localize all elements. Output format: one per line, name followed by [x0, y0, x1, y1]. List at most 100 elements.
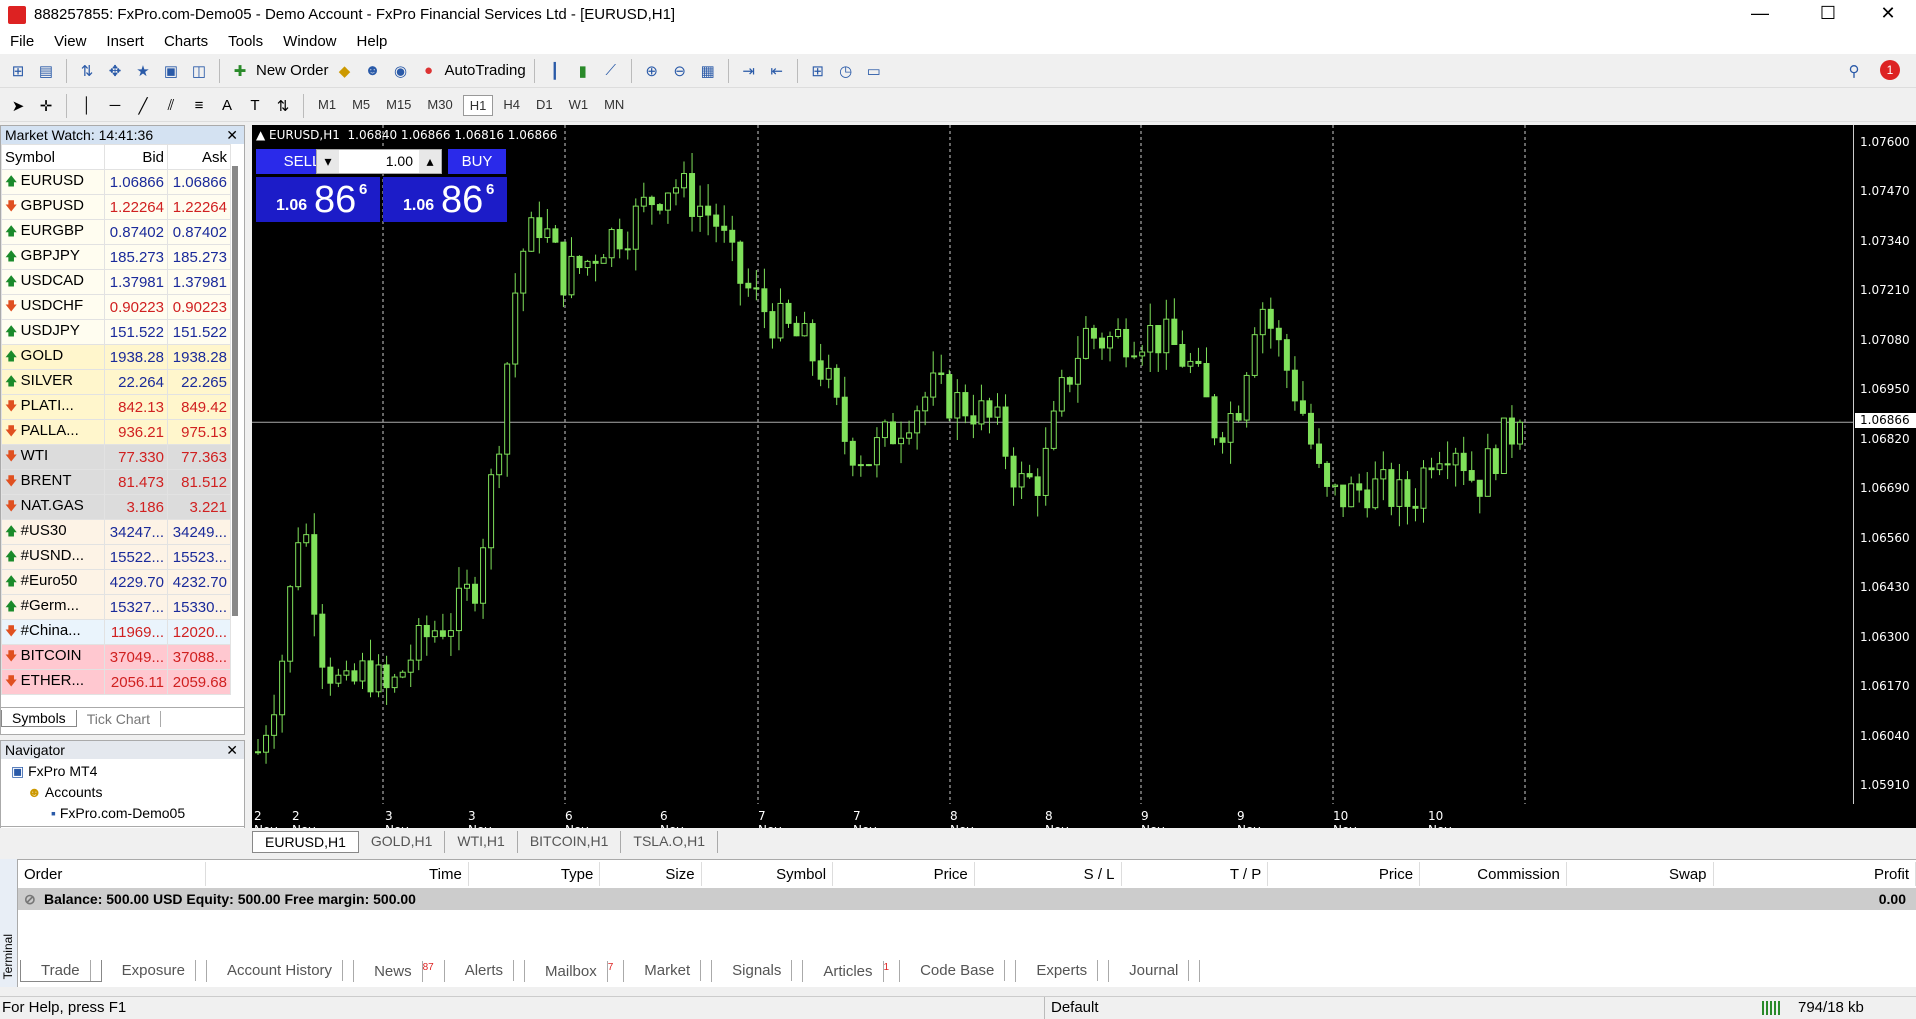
column-header[interactable]: Swap [1566, 862, 1714, 886]
terminal-tab-experts[interactable]: Experts [1016, 960, 1110, 982]
increase-lot-button[interactable]: ▴ [419, 150, 441, 173]
column-header[interactable]: T / P [1121, 862, 1269, 886]
chart-shift-icon[interactable]: ⇤ [765, 59, 789, 83]
symbol-row[interactable]: 🡇 BITCOIN 37049... 37088... [1, 644, 231, 670]
close-icon[interactable]: ✕ [226, 126, 238, 144]
chart-window[interactable]: ▲ EURUSD,H1 1.06840 1.06866 1.06816 1.06… [252, 125, 1916, 851]
zoom-in-icon[interactable]: ⊕ [640, 59, 664, 83]
menu-view[interactable]: View [44, 33, 96, 50]
timeframe-d1[interactable]: D1 [530, 95, 559, 116]
menu-file[interactable]: File [0, 33, 44, 50]
indicators-icon[interactable]: ⊞ [806, 59, 830, 83]
market-watch-icon[interactable]: ⇅ [75, 59, 99, 83]
tree-account[interactable]: ▪ FxPro.com-Demo05 [11, 803, 234, 824]
buy-button[interactable]: BUY [448, 149, 506, 174]
candlestick-chart[interactable] [252, 125, 1853, 804]
terminal-tab-alerts[interactable]: Alerts [445, 960, 526, 982]
tree-accounts[interactable]: ☻ Accounts [11, 782, 234, 803]
symbol-row[interactable]: 🡅 #Germ... 15327... 15330... [1, 594, 231, 620]
notifications-badge[interactable]: 1 [1880, 60, 1900, 80]
symbol-row[interactable]: 🡇 #China... 11969... 12020... [1, 619, 231, 645]
sell-price[interactable]: 1.06 86 6 [256, 177, 380, 222]
metaeditor-icon[interactable]: ◆ [333, 59, 357, 83]
autotrading-icon[interactable]: ● [417, 59, 441, 83]
periods-icon[interactable]: ◷ [834, 59, 858, 83]
terminal-tab-exposure[interactable]: Exposure [102, 960, 208, 982]
line-chart-icon[interactable]: ⟋ [599, 59, 623, 83]
timeframe-mn[interactable]: MN [598, 95, 630, 116]
tab-symbols[interactable]: Symbols [1, 710, 77, 727]
channel-icon[interactable]: ⫽ [159, 94, 183, 118]
timeframe-m1[interactable]: M1 [312, 95, 342, 116]
symbol-row[interactable]: 🡇 PALLA... 936.21 975.13 [1, 419, 231, 445]
new-order-button[interactable]: New Order [256, 62, 329, 79]
column-header[interactable]: Price [1267, 862, 1421, 886]
symbol-row[interactable]: 🡅 USDJPY 151.522 151.522 [1, 319, 231, 345]
tester-icon[interactable]: ◫ [187, 59, 211, 83]
terminal-icon[interactable]: ▣ [159, 59, 183, 83]
text-label-icon[interactable]: T [243, 94, 267, 118]
symbol-row[interactable]: 🡅 #US30 34247... 34249... [1, 519, 231, 545]
terminal-tab-account-history[interactable]: Account History [207, 960, 355, 982]
column-header[interactable]: Symbol [1, 144, 105, 170]
lot-size-input[interactable]: 1.00 [339, 150, 419, 173]
menu-help[interactable]: Help [347, 33, 398, 50]
new-order-icon[interactable]: ✚ [228, 59, 252, 83]
fibonacci-icon[interactable]: ≡ [187, 94, 211, 118]
terminal-tab-articles[interactable]: Articles 1 [803, 960, 901, 982]
horizontal-line-icon[interactable]: ─ [103, 94, 127, 118]
symbol-row[interactable]: 🡇 GBPUSD 1.22264 1.22264 [1, 194, 231, 220]
symbol-row[interactable]: 🡅 SILVER 22.264 22.265 [1, 369, 231, 395]
symbol-row[interactable]: 🡅 GBPJPY 185.273 185.273 [1, 244, 231, 270]
tab-tick-chart[interactable]: Tick Chart [77, 710, 161, 727]
arrows-icon[interactable]: ⇅ [271, 94, 295, 118]
maximize-button[interactable]: ☐ [1800, 0, 1856, 29]
autotrading-button[interactable]: AutoTrading [445, 62, 526, 79]
candlestick-icon[interactable]: ▮ [571, 59, 595, 83]
timeframe-m30[interactable]: M30 [421, 95, 458, 116]
close-button[interactable]: ✕ [1860, 0, 1916, 29]
terminal-tab-news[interactable]: News 87 [354, 960, 445, 982]
tile-windows-icon[interactable]: ▦ [696, 59, 720, 83]
symbol-row[interactable]: 🡅 #USND... 15522... 15523... [1, 544, 231, 570]
terminal-tab-journal[interactable]: Journal [1109, 960, 1201, 982]
symbol-row[interactable]: 🡇 BRENT 81.473 81.512 [1, 469, 231, 495]
timeframe-m5[interactable]: M5 [346, 95, 376, 116]
timeframe-m15[interactable]: M15 [380, 95, 417, 116]
column-header[interactable]: Bid [104, 144, 168, 170]
auto-scroll-icon[interactable]: ⇥ [737, 59, 761, 83]
chat-icon[interactable]: ☻ [361, 59, 385, 83]
chart-tab[interactable]: WTI,H1 [445, 831, 518, 853]
lot-size-stepper[interactable]: ▾ 1.00 ▴ [316, 149, 442, 174]
zoom-out-icon[interactable]: ⊖ [668, 59, 692, 83]
timeframe-w1[interactable]: W1 [563, 95, 595, 116]
menu-tools[interactable]: Tools [218, 33, 273, 50]
cursor-icon[interactable]: ➤ [6, 94, 30, 118]
column-header[interactable]: Commission [1419, 862, 1567, 886]
symbol-row[interactable]: 🡇 USDCHF 0.90223 0.90223 [1, 294, 231, 320]
terminal-tab-market[interactable]: Market [624, 960, 713, 982]
buy-price[interactable]: 1.06 86 6 [383, 177, 507, 222]
symbol-row[interactable]: 🡇 NAT.GAS 3.186 3.221 [1, 494, 231, 520]
chart-tab[interactable]: TSLA.O,H1 [621, 831, 718, 853]
terminal-tab-code-base[interactable]: Code Base [900, 960, 1017, 982]
text-icon[interactable]: A [215, 94, 239, 118]
new-chart-icon[interactable]: ⊞ [6, 59, 30, 83]
data-window-icon[interactable]: ✥ [103, 59, 127, 83]
symbol-row[interactable]: 🡇 PLATI... 842.13 849.42 [1, 394, 231, 420]
column-header[interactable]: Time [205, 862, 469, 886]
timeframe-h1[interactable]: H1 [462, 95, 494, 116]
terminal-tab-trade[interactable]: Trade [20, 960, 102, 982]
column-header[interactable]: Ask [167, 144, 231, 170]
chart-tab[interactable]: GOLD,H1 [359, 831, 446, 853]
menu-window[interactable]: Window [273, 33, 346, 50]
vertical-line-icon[interactable]: │ [75, 94, 99, 118]
terminal-tab-signals[interactable]: Signals [712, 960, 804, 982]
column-header[interactable]: Price [832, 862, 975, 886]
column-header[interactable]: Symbol [701, 862, 834, 886]
scrollbar[interactable] [232, 166, 238, 616]
minimize-button[interactable]: — [1732, 0, 1788, 29]
tree-root[interactable]: ▣ FxPro MT4 [11, 761, 234, 782]
close-icon[interactable]: ✕ [226, 741, 238, 759]
column-header[interactable]: Order [18, 862, 206, 886]
